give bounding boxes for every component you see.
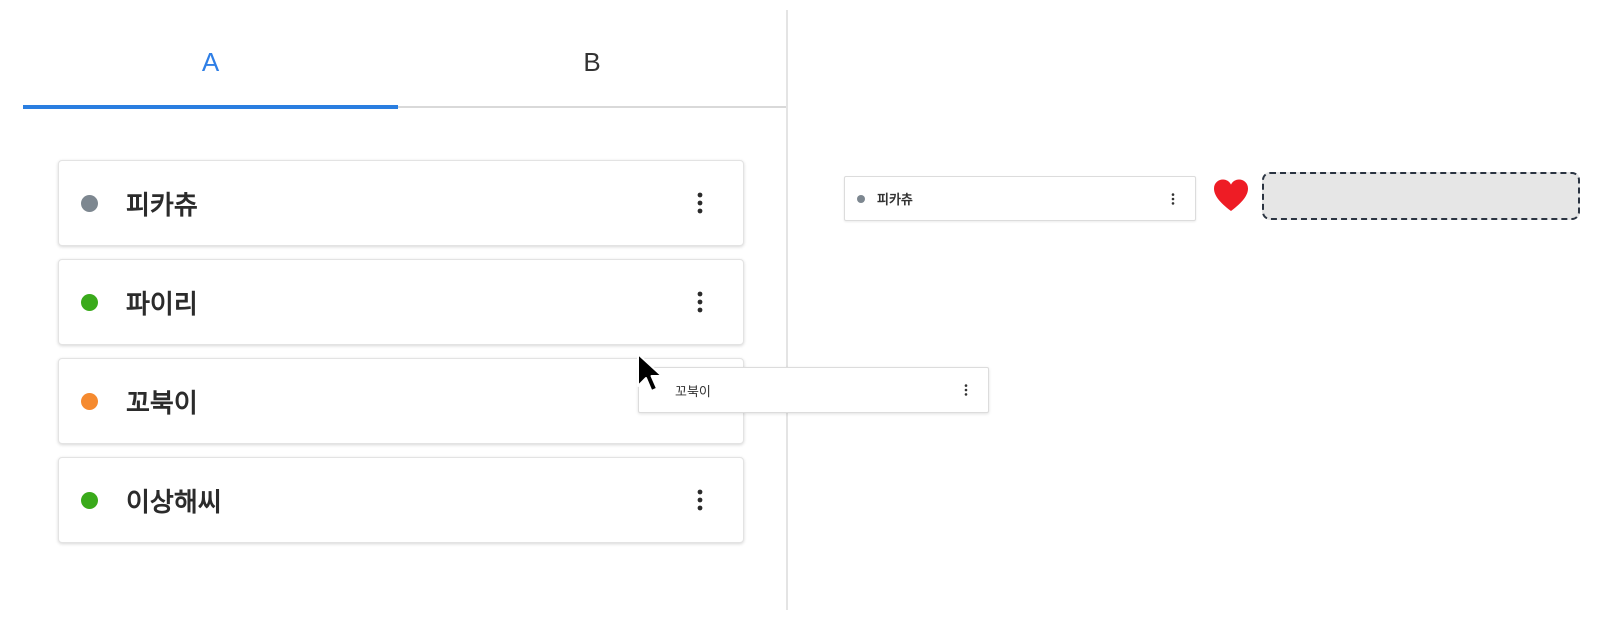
tab-b[interactable]: B: [398, 18, 786, 106]
kebab-vertical-icon[interactable]: [1165, 191, 1181, 207]
kebab-vertical-icon[interactable]: [685, 287, 715, 317]
item-name: 파이리: [126, 289, 198, 320]
left-panel: A B 피카츄 파이리 꼬북이 이상해씨: [0, 0, 786, 624]
kebab-vertical-icon[interactable]: [685, 485, 715, 515]
item-name: 피카츄: [126, 190, 198, 221]
item-name: 꼬북이: [126, 388, 198, 419]
drop-slot[interactable]: [1262, 172, 1580, 220]
status-dot: [81, 392, 98, 410]
kebab-vertical-icon[interactable]: [958, 382, 974, 398]
drag-ghost-name: 꼬북이: [675, 384, 711, 400]
status-dot: [81, 491, 98, 509]
status-dot: [857, 194, 865, 203]
status-dot: [81, 194, 98, 212]
dropped-item-name: 피카츄: [877, 193, 913, 208]
dropped-item[interactable]: 피카츄: [844, 176, 1196, 221]
list-item[interactable]: 파이리: [58, 259, 744, 345]
mouse-pointer-icon: [636, 352, 664, 394]
drag-ghost-item[interactable]: 꼬북이: [638, 367, 989, 413]
kebab-vertical-icon[interactable]: [685, 188, 715, 218]
list-item[interactable]: 피카츄: [58, 160, 744, 246]
panel-divider: [786, 10, 788, 610]
list-item[interactable]: 이상해씨: [58, 457, 744, 543]
item-name: 이상해씨: [126, 487, 222, 518]
status-dot: [81, 293, 98, 311]
heart-icon: [1213, 178, 1249, 214]
tab-bar: A B: [23, 18, 786, 109]
tab-a[interactable]: A: [23, 18, 398, 109]
